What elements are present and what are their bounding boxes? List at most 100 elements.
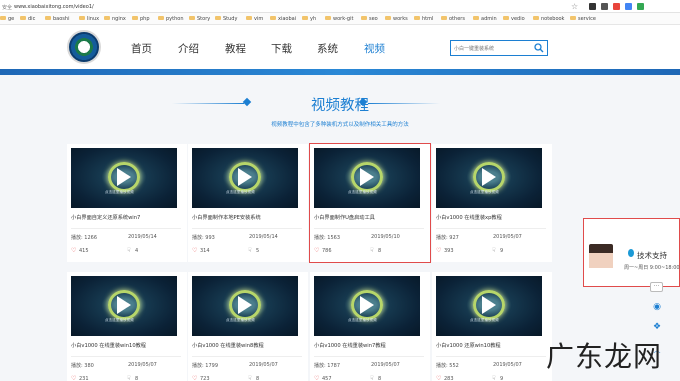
video-title[interactable]: 小白v1000 在线重装win7教程 [314, 342, 386, 349]
play-icon[interactable] [238, 296, 252, 314]
heart-icon[interactable]: ♡ [436, 375, 441, 381]
bookmark-item[interactable]: html [414, 16, 433, 22]
video-card[interactable]: 点击这里播放视频 小白v1000 还原win10教程 播放: 552 2019/05/… [432, 272, 552, 381]
video-thumbnail[interactable]: 点击这里播放视频 [436, 148, 542, 208]
heart-icon[interactable]: ♡ [192, 247, 197, 254]
bookmark-item[interactable]: yh [302, 16, 316, 22]
bookmark-item[interactable]: baoshi [45, 16, 69, 22]
search-input[interactable] [454, 44, 530, 53]
heart-icon[interactable]: ♡ [71, 247, 76, 254]
star-icon[interactable]: ☆ [571, 2, 578, 11]
divider [314, 228, 424, 229]
video-title[interactable]: 小白界面制作本地PE安装系统 [192, 214, 261, 221]
video-card[interactable]: 点击这里播放视频 小白v1000 在线重装win10教程 播放: 380 2019/0… [67, 272, 187, 381]
nav-tutorial[interactable]: 教程 [225, 41, 246, 56]
nav-system[interactable]: 系统 [317, 41, 338, 56]
thumbs-down-icon[interactable]: ☟ [248, 375, 252, 381]
play-icon[interactable] [482, 296, 496, 314]
thumbs-down-icon[interactable]: ☟ [492, 375, 496, 381]
extension-icon[interactable] [637, 3, 644, 10]
extension-icon[interactable] [613, 3, 620, 10]
bookmark-item[interactable]: dic [20, 16, 35, 22]
weibo-side-icon[interactable]: ❖ [651, 322, 663, 332]
bookmark-item[interactable]: seo [361, 16, 378, 22]
play-icon[interactable] [117, 296, 131, 314]
bookmark-item[interactable]: python [158, 16, 184, 22]
video-title[interactable]: 小白v1000 在线重装win10教程 [71, 342, 146, 349]
qq-side-icon[interactable]: ◉ [651, 302, 663, 312]
video-card[interactable]: 点击这里播放视频 小白界面自定义还原系统win7 播放: 1266 2019/05/1… [67, 144, 187, 262]
extension-icon[interactable] [601, 3, 608, 10]
bookmark-item[interactable]: works [385, 16, 408, 22]
video-title[interactable]: 小白界面制作U盘启动工具 [314, 214, 375, 221]
video-thumbnail[interactable]: 点击这里播放视频 [314, 276, 420, 336]
bookmark-item[interactable]: Study [215, 16, 237, 22]
video-thumbnail[interactable]: 点击这里播放视频 [314, 148, 420, 208]
thumbs-down-icon[interactable]: ☟ [370, 247, 374, 254]
extension-icon[interactable] [589, 3, 596, 10]
play-icon[interactable] [360, 296, 374, 314]
video-thumbnail[interactable]: 点击这里播放视频 [71, 276, 177, 336]
thumbs-down-icon[interactable]: ☟ [492, 247, 496, 254]
video-title[interactable]: 小白v1000 在线重装xp教程 [436, 214, 502, 221]
support-title[interactable]: 技术支持 [637, 250, 667, 261]
bookmark-item[interactable]: service [570, 16, 596, 22]
divider [436, 228, 546, 229]
thumbs-down-icon[interactable]: ☟ [127, 247, 131, 254]
bookmark-item[interactable]: notebook [533, 16, 564, 22]
thumbs-down-icon[interactable]: ☟ [370, 375, 374, 381]
search-icon[interactable] [534, 43, 544, 53]
chat-icon[interactable]: ··· [650, 282, 663, 292]
bookmark-item[interactable]: Story [189, 16, 210, 22]
bookmark-item[interactable]: ge [0, 16, 14, 22]
heart-icon[interactable]: ♡ [71, 375, 76, 381]
play-label: 播放: [192, 363, 204, 369]
video-thumbnail[interactable]: 点击这里播放视频 [192, 276, 298, 336]
bookmark-item[interactable]: linux [79, 16, 99, 22]
bookmark-item[interactable]: nginx [104, 16, 126, 22]
url-text[interactable]: www.xiaobaixitong.com/video1/ [14, 4, 94, 10]
play-count: 1799 [205, 363, 219, 369]
play-icon[interactable] [360, 168, 374, 186]
thumbs-down-icon[interactable]: ☟ [127, 375, 131, 381]
video-card[interactable]: 点击这里播放视频 小白界面制作本地PE安装系统 播放: 993 2019/05/14 ♡… [188, 144, 308, 262]
play-icon[interactable] [238, 168, 252, 186]
heart-icon[interactable]: ♡ [314, 375, 319, 381]
video-title[interactable]: 小白v1000 还原win10教程 [436, 342, 501, 349]
video-title[interactable]: 小白界面自定义还原系统win7 [71, 214, 140, 221]
bookmark-item[interactable]: vim [246, 16, 263, 22]
nav-download[interactable]: 下载 [271, 41, 292, 56]
bookmark-item[interactable]: xiaobai [270, 16, 296, 22]
support-widget[interactable]: 技术支持 周一~周日 9:00~18:00 [583, 218, 680, 287]
thumbnail-caption: 点击这里播放视频 [348, 318, 377, 322]
bookmark-item[interactable]: php [132, 16, 150, 22]
bookmark-item[interactable]: work-git [325, 16, 353, 22]
play-icon[interactable] [117, 168, 131, 186]
nav-home[interactable]: 首页 [131, 41, 152, 56]
address-bar[interactable]: 安全 www.xiaobaixitong.com/video1/ ☆ [0, 0, 680, 13]
nav-video[interactable]: 视频 [364, 41, 385, 56]
video-card[interactable]: 点击这里播放视频 小白v1000 在线重装xp教程 播放: 927 2019/05/0… [432, 144, 552, 262]
play-icon[interactable] [482, 168, 496, 186]
folder-icon [45, 16, 51, 20]
heart-icon[interactable]: ♡ [192, 375, 197, 381]
bookmark-item[interactable]: admin [473, 16, 497, 22]
bookmark-item[interactable]: vedio [503, 16, 525, 22]
heart-icon[interactable]: ♡ [314, 247, 319, 254]
bookmark-item[interactable]: others [441, 16, 465, 22]
video-title[interactable]: 小白v1000 在线重装win8教程 [192, 342, 264, 349]
video-card[interactable]: 点击这里播放视频小白v1000 在线重装win8教程 播放: 1799 2019/0… [188, 272, 308, 381]
nav-intro[interactable]: 介绍 [178, 41, 199, 56]
video-thumbnail[interactable]: 点击这里播放视频 [71, 148, 177, 208]
extension-icon[interactable] [625, 3, 632, 10]
video-date: 2019/05/07 [249, 362, 278, 368]
folder-icon [246, 16, 252, 20]
heart-icon[interactable]: ♡ [436, 247, 441, 254]
site-logo[interactable] [67, 30, 101, 64]
play-label: 播放: [314, 235, 326, 241]
video-card[interactable]: 点击这里播放视频 小白界面制作U盘启动工具 播放: 1563 2019/05/10 ♡ 7… [309, 143, 431, 263]
video-card[interactable]: 点击这里播放视频 小白v1000 在线重装win7教程 播放: 1787 2019/0… [310, 272, 430, 381]
video-thumbnail[interactable]: 点击这里播放视频 [192, 148, 298, 208]
video-thumbnail[interactable]: 点击这里播放视频 [436, 276, 542, 336]
thumbs-down-icon[interactable]: ☟ [248, 247, 252, 254]
